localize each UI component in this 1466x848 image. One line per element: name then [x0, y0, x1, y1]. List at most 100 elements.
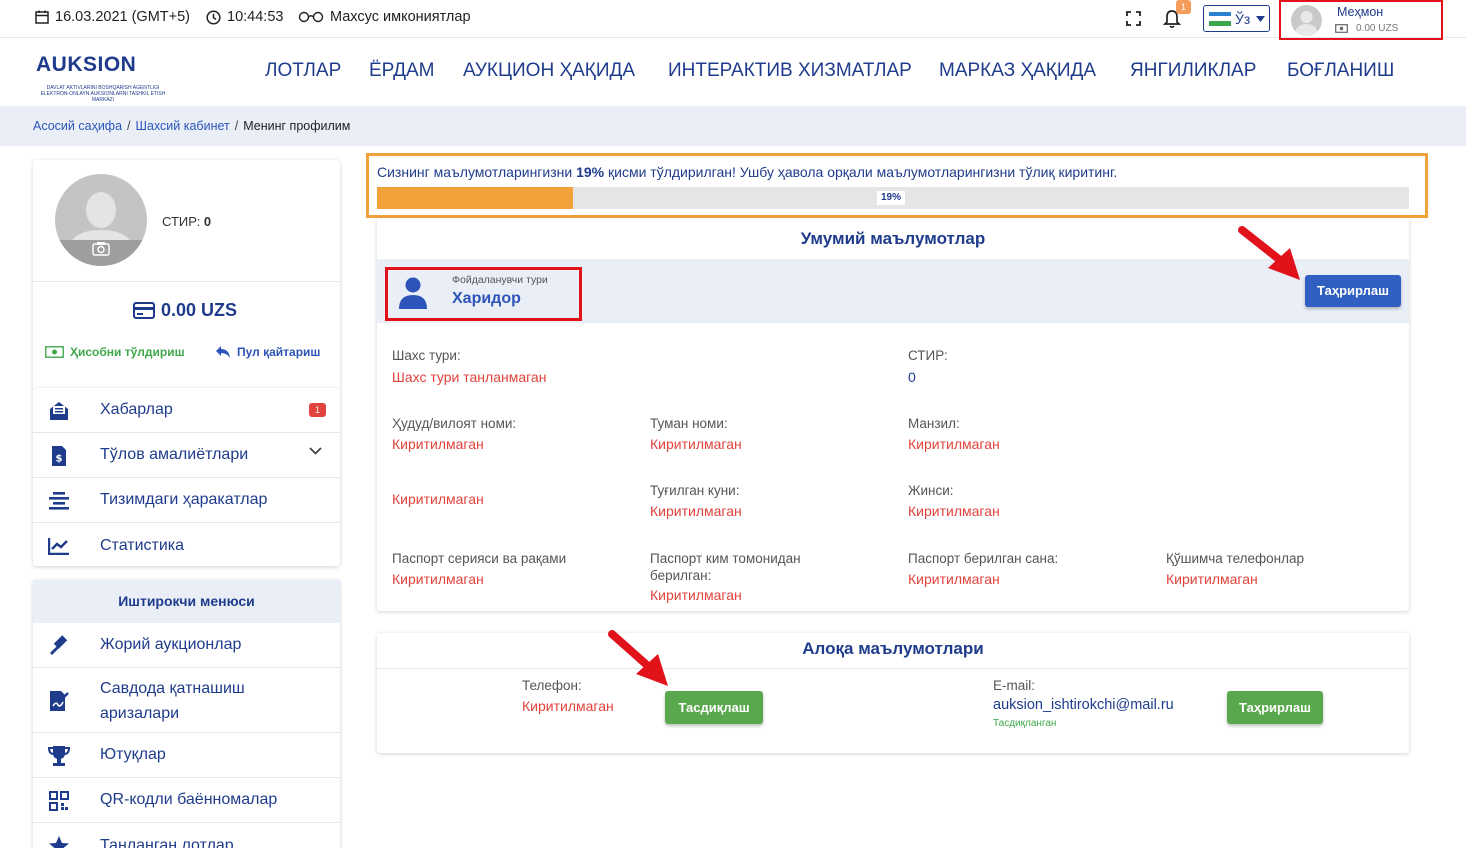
main-header: AUKSION DAVLAT AKTIVLARINI BOSHQARISH AG… — [0, 38, 1466, 106]
passport-date-value: Киритилмаган — [908, 571, 1000, 587]
calendar-icon — [35, 10, 49, 24]
chart-line-icon — [48, 535, 70, 557]
qr-code-icon — [48, 790, 70, 812]
stir-field-value: 0 — [908, 369, 916, 385]
user-type-value: Харидор — [452, 290, 521, 307]
menu-label: QR-кодли баённомалар — [100, 791, 278, 808]
person-type-value: Шахс тури танланмаган — [392, 369, 547, 385]
address-label: Манзил: — [908, 416, 960, 431]
gender-label: Жинси: — [908, 483, 954, 498]
refund-label: Пул қайтариш — [237, 345, 321, 359]
edit-email-button[interactable]: Таҳрирлаш — [1227, 691, 1323, 724]
logo[interactable]: AUKSION DAVLAT AKTIVLARINI BOSHQARISH AG… — [33, 47, 173, 103]
menu-label: Савдода қатнашиш аризалари — [100, 676, 245, 726]
time-display: 10:44:53 — [206, 9, 283, 25]
user-avatar — [1291, 5, 1322, 36]
trophy-icon — [48, 745, 70, 767]
participant-menu-title: Иштирокчи менюси — [33, 580, 340, 623]
contact-info-title: Алоқа маълумотлари — [802, 639, 984, 658]
district-label: Туман номи: — [650, 416, 728, 431]
breadcrumb-current: Менинг профилим — [243, 119, 351, 133]
topup-link[interactable]: Ҳисобни тўлдириш — [45, 345, 185, 359]
nav-about-center[interactable]: МАРКАЗ ҲАҚИДА — [939, 60, 1096, 82]
participant-menu: Иштирокчи менюси Жорий аукционлар Савдод… — [33, 580, 340, 848]
gender-value: Киритилмаган — [908, 503, 1000, 519]
menu-label: Тўлов амалиётлари — [100, 446, 249, 463]
menu-item-qr-protocols[interactable]: QR-кодли баённомалар — [33, 778, 340, 823]
menu-label: Хабарлар — [100, 401, 173, 418]
profile-completion-banner[interactable]: Сизнинг маълумотларингизни 19% қисми тўл… — [366, 153, 1428, 218]
red-arrow-icon — [608, 630, 668, 686]
birth-date-label: Туғилган куни: — [650, 483, 740, 498]
profile-avatar[interactable] — [55, 174, 147, 266]
stir-label: СТИР: — [162, 214, 201, 229]
notification-badge: 1 — [1176, 0, 1191, 14]
nav-interactive-services[interactable]: ИНТЕРАКТИВ ХИЗМАТЛАР — [668, 60, 912, 82]
refund-link[interactable]: Пул қайтариш — [215, 345, 320, 359]
language-label: Ўз — [1235, 10, 1251, 27]
menu-item-payments[interactable]: $ Тўлов амалиётлари — [33, 433, 340, 478]
region-value: Киритилмаган — [392, 436, 484, 452]
breadcrumb-cabinet[interactable]: Шахсий кабинет — [136, 119, 230, 133]
fullscreen-icon[interactable] — [1126, 11, 1141, 26]
menu-item-wins[interactable]: Ютуқлар — [33, 733, 340, 778]
logo-text: AUKSION — [36, 53, 137, 76]
birth-date-value: Киритилмаган — [650, 503, 742, 519]
progress-label: 19% — [877, 191, 906, 205]
nav-help[interactable]: ЁРДАМ — [369, 60, 434, 82]
language-selector[interactable]: Ўз — [1203, 5, 1270, 32]
user-balance-text: 0.00 UZS — [1356, 23, 1399, 34]
user-icon — [399, 277, 427, 309]
menu-item-messages[interactable]: Хабарлар 1 — [33, 388, 340, 433]
district-value: Киритилмаган — [650, 436, 742, 452]
menu-label: Танланган лотлар — [100, 836, 234, 848]
date-display: 16.03.2021 (GMT+5) — [35, 9, 190, 25]
user-menu[interactable]: Меҳмон 0.00 UZS — [1279, 0, 1443, 40]
menu-item-system-actions[interactable]: Тизимдаги ҳаракатлар — [33, 478, 340, 523]
menu-label-line2: аризалари — [100, 705, 180, 722]
completion-message: Сизнинг маълумотларингизни 19% қисми тўл… — [377, 164, 1117, 180]
breadcrumb-separator: / — [234, 119, 239, 133]
menu-item-favorite-lots[interactable]: Танланган лотлар — [33, 823, 340, 848]
nav-news[interactable]: ЯНГИЛИКЛАР — [1130, 60, 1256, 82]
nav-about-auction[interactable]: АУКЦИОН ҲАҚИДА — [463, 60, 635, 82]
person-type-label: Шахс тури: — [392, 348, 461, 363]
completion-prefix: Сизнинг маълумотларингизни — [377, 164, 577, 180]
nav-contact[interactable]: БОҒЛАНИШ — [1287, 60, 1394, 82]
envelope-open-icon — [48, 400, 70, 422]
divider — [377, 668, 1409, 669]
menu-item-applications[interactable]: Савдода қатнашиш аризалари — [33, 668, 340, 733]
invoice-icon: $ — [48, 445, 70, 467]
balance-text: 0.00 UZS — [161, 300, 238, 320]
stir-value: 0 — [203, 214, 212, 229]
menu-label: Тизимдаги ҳаракатлар — [100, 491, 268, 508]
user-name: Меҳмон — [1337, 5, 1384, 19]
credit-card-icon — [133, 302, 155, 319]
email-label: E-mail: — [993, 678, 1036, 693]
confirm-phone-button[interactable]: Тасдиқлаш — [665, 691, 763, 724]
menu-item-statistics[interactable]: Статистика — [33, 523, 340, 568]
unlabeled-value: Киритилмаган — [392, 491, 484, 507]
messages-badge: 1 — [309, 403, 326, 417]
breadcrumb-home[interactable]: Асосий саҳифа — [33, 119, 122, 133]
menu-item-current-auctions[interactable]: Жорий аукционлар — [33, 623, 340, 668]
menu-label-line1: Савдода қатнашиш — [100, 680, 245, 697]
clock-icon — [206, 9, 221, 25]
accessibility-link[interactable]: Махсус имкониятлар — [298, 9, 471, 25]
accessibility-text: Махсус имкониятлар — [330, 9, 471, 25]
nav-lots[interactable]: ЛОТЛАР — [265, 60, 341, 82]
edit-general-button[interactable]: Таҳрирлаш — [1305, 275, 1401, 307]
contact-info-card: Алоқа маълумотлари Телефон: Киритилмаган… — [377, 633, 1409, 753]
completion-suffix: қисми тўлдирилган! Ушбу ҳавола орқали ма… — [604, 164, 1118, 180]
phone-label: Телефон: — [522, 678, 582, 693]
chevron-down-icon[interactable] — [309, 447, 322, 455]
passport-label: Паспорт серияси ва рақами — [392, 551, 567, 566]
user-balance: 0.00 UZS — [1335, 23, 1398, 34]
money-icon — [45, 346, 64, 358]
breadcrumb: Асосий саҳифа / Шахсий кабинет / Менинг проф… — [33, 119, 350, 133]
address-value: Киритилмаган — [908, 436, 1000, 452]
progress-bar: 19% — [377, 187, 1409, 209]
menu-label: Статистика — [100, 536, 185, 554]
progress-fill — [377, 187, 574, 209]
email-value: auksion_ishtirokchi@mail.ru — [993, 697, 1174, 713]
